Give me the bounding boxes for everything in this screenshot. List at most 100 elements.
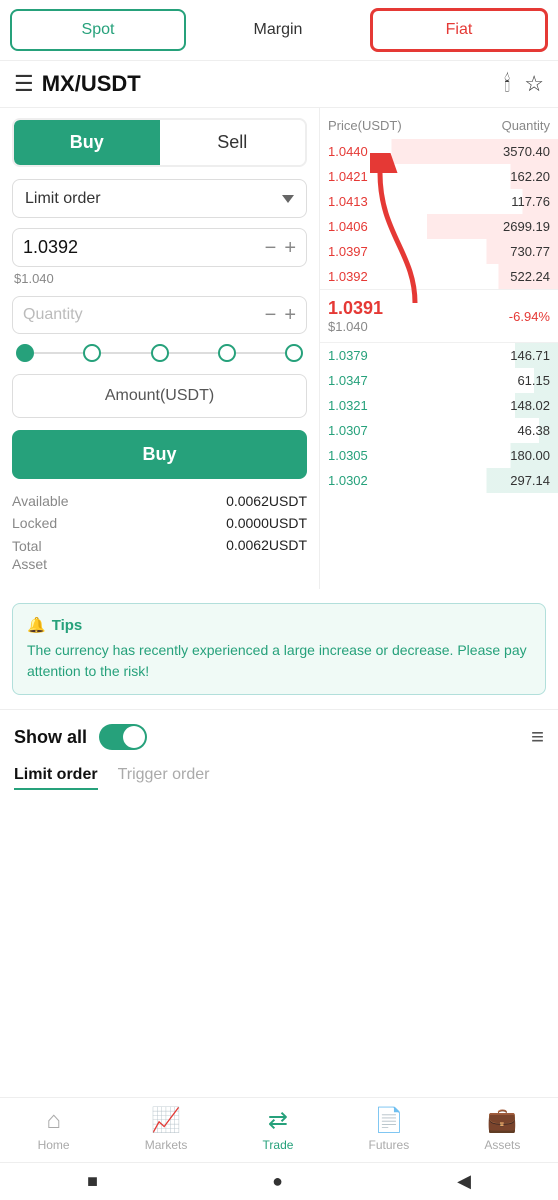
price-hint: $1.040 [12, 271, 307, 286]
quantity-placeholder: Quantity [23, 306, 265, 324]
ask-rows: 1.04403570.401.0421162.201.0413117.761.0… [320, 139, 558, 289]
ask-row[interactable]: 1.0421162.20 [320, 164, 558, 189]
ask-row[interactable]: 1.0392522.24 [320, 264, 558, 289]
current-price-row: 1.0391 $1.040 -6.94% [320, 289, 558, 343]
bid-row[interactable]: 1.0302297.14 [320, 468, 558, 493]
nav-futures[interactable]: 📄 Futures [369, 1106, 410, 1152]
ask-qty: 2699.19 [503, 219, 550, 234]
slider-line-3 [169, 352, 218, 354]
slider-25[interactable] [83, 344, 101, 362]
tab-margin[interactable]: Margin [192, 11, 364, 49]
candlestick-icon[interactable]: 🕯 [504, 71, 510, 97]
trade-icon: ⇄ [268, 1106, 288, 1135]
percentage-slider[interactable] [12, 344, 307, 362]
quantity-increment[interactable]: + [284, 305, 296, 325]
tips-text: The currency has recently experienced a … [27, 640, 531, 682]
show-all-row: Show all ≡ [0, 709, 558, 758]
star-icon[interactable]: ☆ [524, 71, 544, 97]
ask-price: 1.0397 [328, 244, 368, 259]
tab-spot[interactable]: Spot [10, 9, 186, 51]
slider-50[interactable] [151, 344, 169, 362]
tab-trigger-order[interactable]: Trigger order [118, 766, 210, 790]
total-asset-value: 0.0062USDT [226, 537, 307, 573]
nav-markets[interactable]: 📈 Markets [145, 1106, 188, 1152]
markets-label: Markets [145, 1138, 188, 1152]
toggle-knob [123, 726, 145, 748]
ask-row[interactable]: 1.0413 117.76 [320, 189, 558, 214]
bid-qty: 46.38 [517, 423, 550, 438]
ask-qty: 162.20 [510, 169, 550, 184]
available-value: 0.0062USDT [226, 493, 307, 509]
slider-line-4 [236, 352, 285, 354]
pair-title: MX/USDT [42, 71, 504, 97]
ask-row[interactable]: 1.04062699.19 [320, 214, 558, 239]
show-all-left: Show all [14, 724, 147, 750]
slider-0[interactable] [16, 344, 34, 362]
tips-title: 🔔 Tips [27, 616, 531, 634]
android-square[interactable]: ■ [87, 1171, 98, 1192]
ask-qty: 3570.40 [503, 144, 550, 159]
bid-qty: 146.71 [510, 348, 550, 363]
current-price-change: -6.94% [509, 309, 550, 324]
bottom-nav: ⌂ Home 📈 Markets ⇄ Trade 📄 Futures 💼 Ass… [0, 1097, 558, 1160]
assets-label: Assets [484, 1138, 520, 1152]
ask-row[interactable]: 1.0440 3570.40 [320, 139, 558, 164]
price-decrement[interactable]: − [265, 238, 277, 258]
buy-sell-toggle: Buy Sell [12, 118, 307, 167]
header: ☰ MX/USDT 🕯 ☆ [0, 61, 558, 108]
price-input[interactable] [23, 237, 265, 258]
bid-row[interactable]: 1.0305180.00 [320, 443, 558, 468]
slider-100[interactable] [285, 344, 303, 362]
quantity-decrement[interactable]: − [265, 305, 277, 325]
tab-fiat[interactable]: Fiat [370, 8, 548, 52]
header-price: Price(USDT) [328, 118, 402, 133]
show-all-toggle[interactable] [99, 724, 147, 750]
header-actions: 🕯 ☆ [504, 71, 544, 97]
nav-trade[interactable]: ⇄ Trade [263, 1106, 294, 1152]
right-panel: Price(USDT) Quantity 1.04403570.401.0421… [320, 108, 558, 589]
amount-button[interactable]: Amount(USDT) [12, 374, 307, 418]
buy-button[interactable]: Buy [14, 120, 160, 165]
available-label: Available [12, 493, 69, 509]
buy-action-button[interactable]: Buy [12, 430, 307, 479]
bid-row[interactable]: 1.034761.15 [320, 368, 558, 393]
ask-qty: 117.76 [511, 194, 550, 209]
trade-label: Trade [263, 1138, 294, 1152]
home-icon: ⌂ [46, 1107, 61, 1135]
order-tabs-row: Limit order Trigger order [0, 758, 558, 798]
locked-value: 0.0000USDT [226, 515, 307, 531]
android-circle[interactable]: ● [272, 1171, 283, 1192]
bid-qty: 148.02 [510, 398, 550, 413]
nav-assets[interactable]: 💼 Assets [484, 1106, 520, 1152]
futures-label: Futures [369, 1138, 410, 1152]
price-increment[interactable]: + [284, 238, 296, 258]
bid-price: 1.0307 [328, 423, 368, 438]
android-triangle[interactable]: ◀ [457, 1171, 471, 1192]
list-icon[interactable]: ≡ [531, 724, 544, 750]
assets-icon: 💼 [487, 1106, 517, 1135]
locked-label: Locked [12, 515, 57, 531]
bid-price: 1.0379 [328, 348, 368, 363]
bid-row[interactable]: 1.0321 148.02 [320, 393, 558, 418]
tips-box: 🔔 Tips The currency has recently experie… [12, 603, 546, 695]
main-content: Buy Sell Limit order − + $1.040 Quantity… [0, 108, 558, 589]
quantity-controls: − + [265, 305, 296, 325]
menu-icon[interactable]: ☰ [14, 71, 34, 97]
locked-row: Locked 0.0000USDT [12, 515, 307, 531]
ask-row[interactable]: 1.0397730.77 [320, 239, 558, 264]
order-type-select[interactable]: Limit order [12, 179, 307, 218]
current-price-block: 1.0391 $1.040 [328, 298, 383, 334]
bid-row[interactable]: 1.0307 46.38 [320, 418, 558, 443]
bid-row[interactable]: 1.0379 146.71 [320, 343, 558, 368]
ask-price: 1.0413 [328, 194, 368, 209]
nav-home[interactable]: ⌂ Home [38, 1107, 70, 1152]
tips-icon: 🔔 [27, 616, 46, 634]
sell-button[interactable]: Sell [160, 120, 306, 165]
ask-price: 1.0440 [328, 144, 368, 159]
available-row: Available 0.0062USDT [12, 493, 307, 509]
bid-qty: 61.15 [517, 373, 550, 388]
tab-limit-order[interactable]: Limit order [14, 766, 98, 790]
tips-label: Tips [52, 617, 83, 634]
bid-price: 1.0321 [328, 398, 368, 413]
slider-75[interactable] [218, 344, 236, 362]
